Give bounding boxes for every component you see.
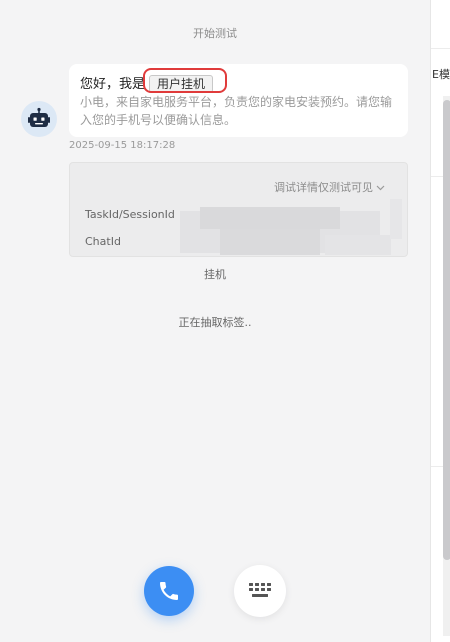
debug-details-card: 调试详情仅测试可见 TaskId/SessionId ChatId <box>69 162 408 257</box>
message-body: 小电，来自家电服务平台，负责您的家电安装预约。请您输入您的手机号以便确认信息。 <box>80 95 393 127</box>
redacted-value-block <box>325 235 391 255</box>
tag-highlight-ring <box>143 68 227 93</box>
bot-message-bubble: 您好，我是 用户挂机 小电，来自家电服务平台，负责您的家电安装预约。请您输入您的手… <box>69 64 408 137</box>
template-label-partial: E模板 <box>432 68 450 81</box>
keyboard-button[interactable] <box>234 565 286 617</box>
message-timestamp: 2025-09-15 18:17:28 <box>69 140 176 151</box>
chat-test-panel: 开始测试 您好，我是 用户挂机 小电，来自家电服务平台，负责您的家电安装预约。请您… <box>0 0 430 642</box>
chat-id-label: ChatId <box>85 235 121 248</box>
bot-avatar <box>21 101 57 137</box>
hangup-status-text: 挂机 <box>204 268 226 281</box>
scrollbar-thumb[interactable] <box>443 100 450 560</box>
call-button[interactable] <box>144 566 194 616</box>
debug-details-toggle[interactable]: 调试详情仅测试可见 <box>274 179 385 195</box>
chevron-down-icon <box>376 183 385 194</box>
robot-icon <box>28 107 50 127</box>
divider <box>431 48 450 49</box>
redacted-value-block <box>390 199 402 239</box>
start-test-label: 开始测试 <box>193 27 237 40</box>
extracting-tags-status: 正在抽取标签.. <box>178 316 252 329</box>
redacted-value-block <box>200 207 340 229</box>
debug-toggle-label: 调试详情仅测试可见 <box>274 181 373 194</box>
right-side-panel: E模板 <box>430 0 450 642</box>
greeting-text: 您好，我是 <box>80 77 146 92</box>
keyboard-icon <box>249 583 271 597</box>
redacted-value-block <box>220 229 320 255</box>
task-session-id-label: TaskId/SessionId <box>85 208 175 221</box>
phone-icon <box>160 582 178 600</box>
